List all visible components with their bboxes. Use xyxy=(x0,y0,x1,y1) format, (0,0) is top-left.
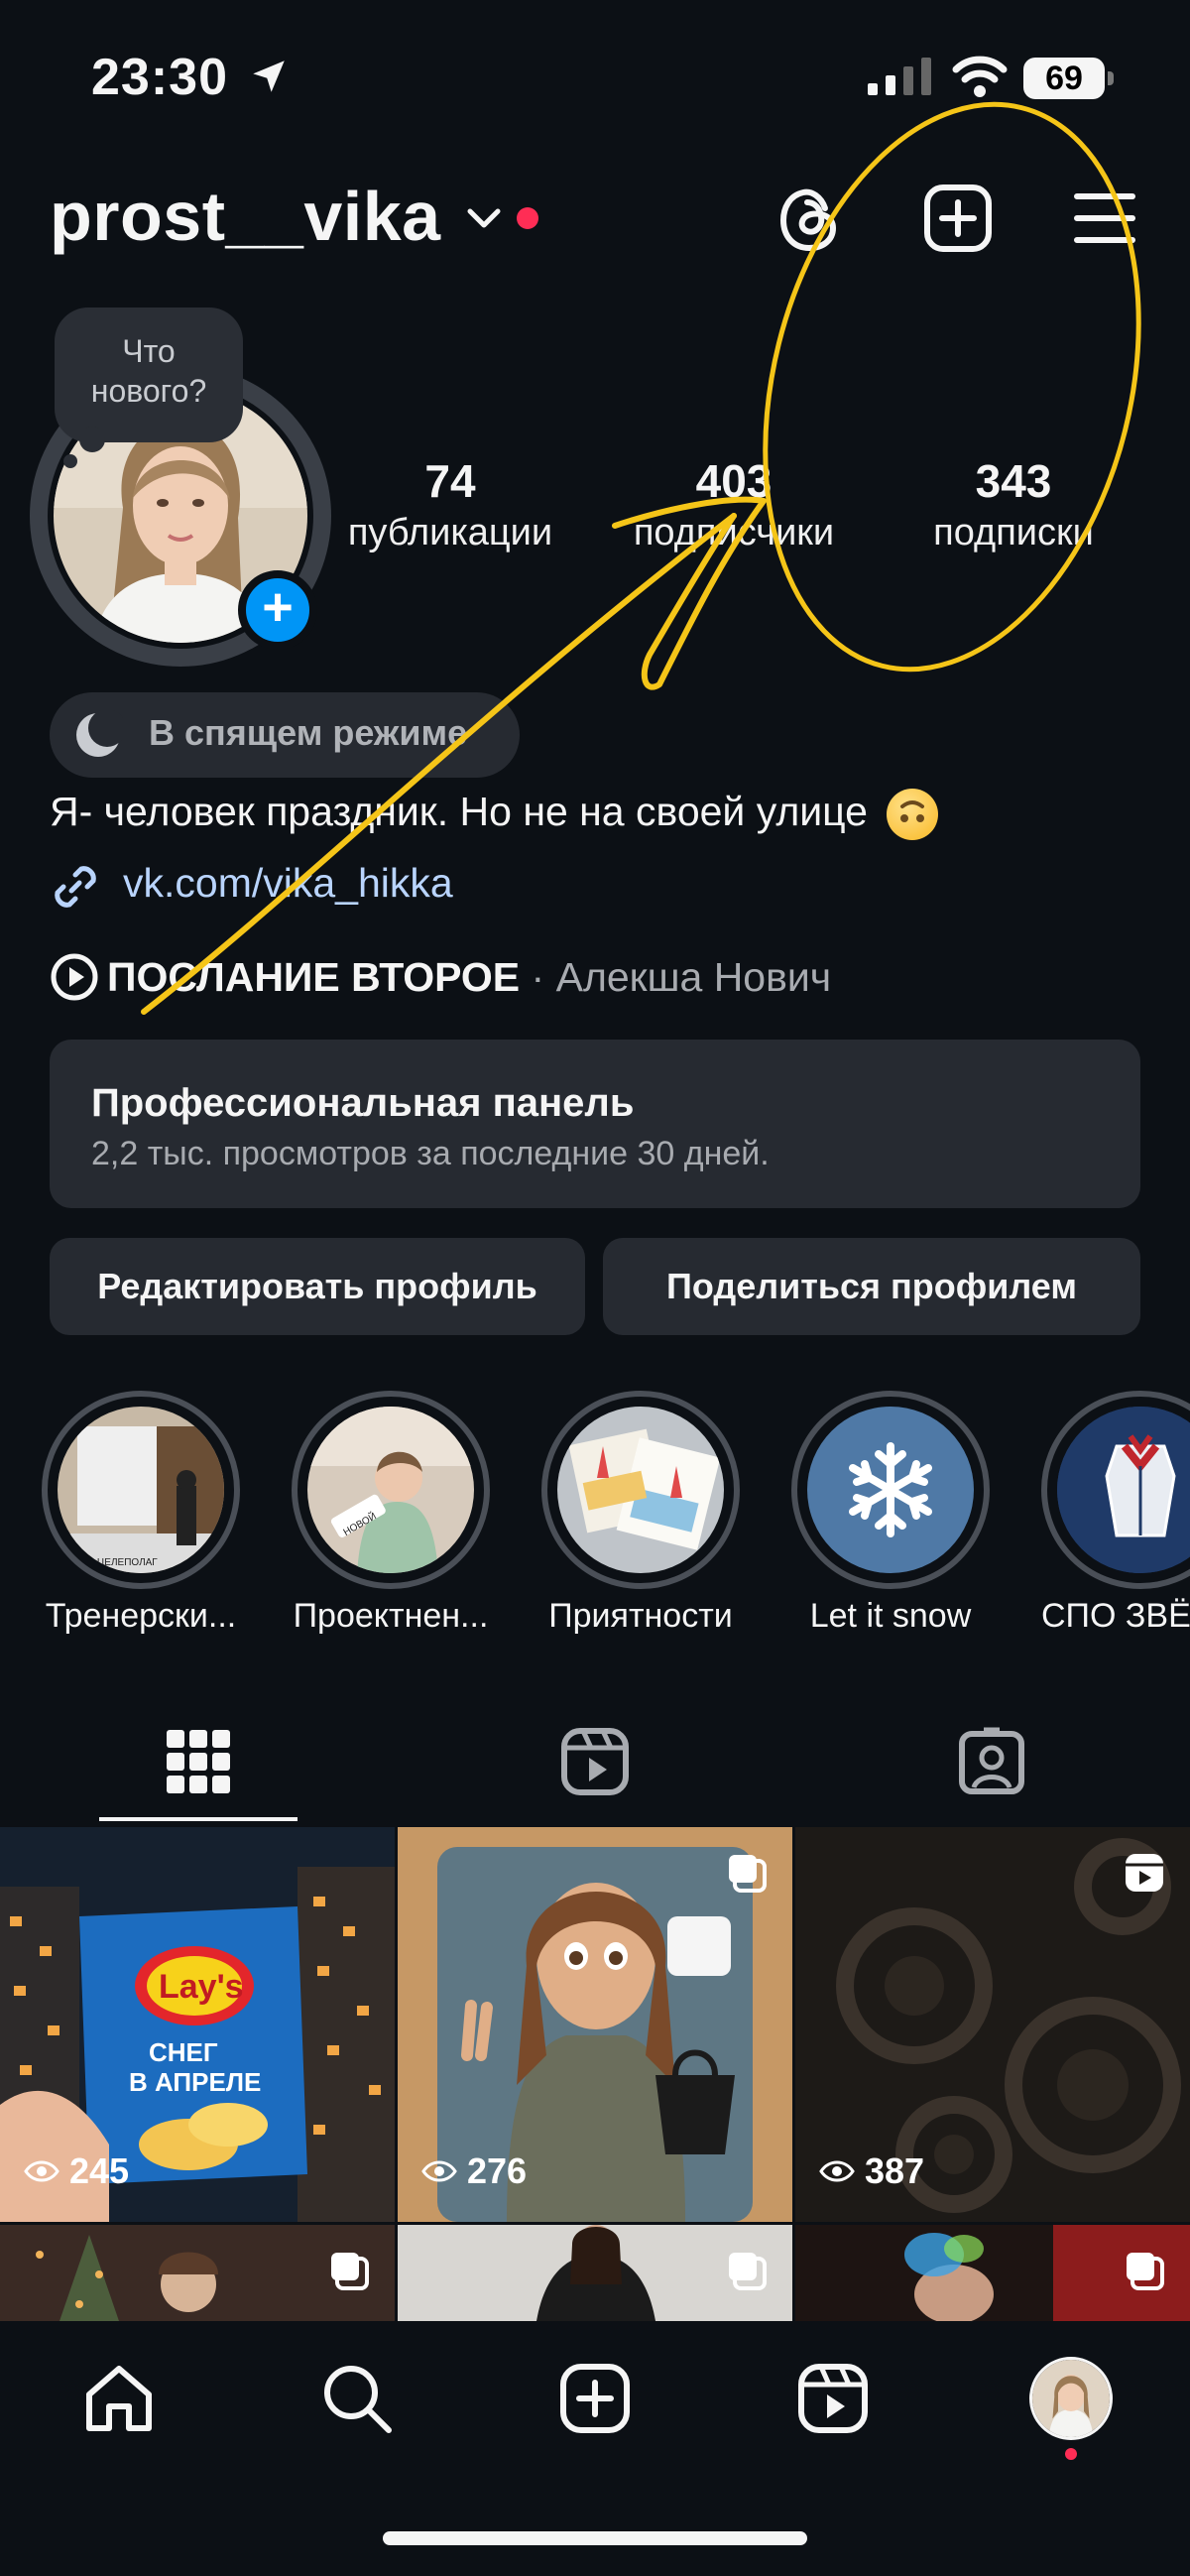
highlight-label: СПО ЗВЁ xyxy=(1041,1597,1190,1635)
home-indicator xyxy=(383,2531,807,2545)
carousel-icon xyxy=(1127,2253,1164,2290)
carousel-icon xyxy=(729,2253,767,2290)
share-profile-button[interactable]: Поделиться профилем xyxy=(603,1238,1140,1335)
professional-dashboard[interactable]: Профессиональная панель 2,2 тыс. просмот… xyxy=(50,1040,1140,1208)
threads-icon[interactable] xyxy=(775,183,843,256)
reels-tab-icon[interactable] xyxy=(559,1726,631,1797)
play-circle-icon[interactable] xyxy=(50,952,99,1002)
music-title: ПОСЛАНИЕ ВТОРОЕ xyxy=(107,954,521,1000)
stat-followers-label: подписчики xyxy=(633,512,835,553)
snowflake-icon xyxy=(849,1442,932,1537)
post-tile[interactable] xyxy=(0,2225,395,2321)
note-bubble[interactable]: Что нового? xyxy=(55,307,243,442)
highlight-label: Let it snow xyxy=(809,1597,972,1635)
profile-username[interactable]: prost__vika xyxy=(50,177,441,256)
status-pill-label: В спящем режиме xyxy=(149,712,468,753)
search-icon[interactable] xyxy=(319,2361,395,2436)
highlight-cover xyxy=(1057,1407,1190,1573)
wifi-icon xyxy=(952,56,1008,97)
profile-link[interactable]: vk.com/vika_hikka xyxy=(123,860,453,907)
post-tile[interactable]: 276 xyxy=(398,1827,792,2222)
pack-text-line2: В АПРЕЛЕ xyxy=(129,2067,261,2097)
stat-following[interactable]: 343 подписки xyxy=(894,454,1132,554)
highlight-item[interactable]: СПО ЗВЁ xyxy=(1041,1391,1190,1635)
stat-following-value: 343 xyxy=(975,455,1052,507)
carousel-icon xyxy=(331,2253,369,2290)
highlight-item[interactable]: БУРЯ. ЦЕЛЕПОЛАГ Тренерски... xyxy=(42,1391,240,1635)
post-tile[interactable]: 387 xyxy=(795,1827,1190,2222)
highlight-label: Приятности xyxy=(548,1597,733,1635)
bio-text: Я- человек праздник. Но не на своей улиц… xyxy=(50,789,868,834)
highlight-item[interactable]: НОВОЙ Проектнен... xyxy=(292,1391,490,1635)
music-artist: Алекша Нович xyxy=(555,954,832,1000)
note-text-line1: Что xyxy=(122,333,176,369)
menu-icon[interactable] xyxy=(1073,190,1136,246)
new-post-icon[interactable] xyxy=(922,183,994,254)
stat-posts-value: 74 xyxy=(424,455,476,507)
post-views-count: 387 xyxy=(865,2150,925,2191)
battery-level: 69 xyxy=(1023,58,1105,99)
location-arrow-icon xyxy=(253,61,285,92)
stat-posts[interactable]: 74 публикации xyxy=(331,454,569,554)
highlight-item[interactable]: Приятности xyxy=(541,1391,740,1635)
active-tab-indicator xyxy=(99,1817,298,1821)
profile-music[interactable]: ПОСЛАНИЕ ВТОРОЕ · Алекша Нович xyxy=(107,954,831,1001)
pro-panel-subtitle: 2,2 тыс. просмотров за последние 30 дней… xyxy=(91,1135,770,1172)
highlight-item[interactable]: Let it snow xyxy=(791,1391,990,1635)
note-text-line2: нового? xyxy=(90,373,207,409)
carousel-icon xyxy=(729,1855,767,1893)
home-icon[interactable] xyxy=(81,2361,157,2436)
link-icon xyxy=(55,866,96,908)
music-separator: · xyxy=(520,954,556,1000)
cellular-signal-icon xyxy=(868,58,931,95)
create-icon[interactable] xyxy=(557,2361,633,2436)
highlight-label: Тренерски... xyxy=(45,1597,237,1635)
notification-dot xyxy=(517,207,538,229)
chevron-down-icon[interactable] xyxy=(466,203,502,233)
stat-following-label: подписки xyxy=(933,512,1094,553)
post-tile[interactable] xyxy=(398,2225,792,2321)
bio: Я- человек праздник. Но не на своей улиц… xyxy=(50,789,939,841)
post-views: 276 xyxy=(421,2150,527,2192)
post-views-count: 276 xyxy=(467,2150,528,2191)
moon-icon xyxy=(76,710,123,757)
pack-brand-text: Lay's xyxy=(159,1968,244,2006)
upside-down-face-emoji-icon xyxy=(887,789,939,841)
add-story-button[interactable]: + xyxy=(238,570,317,650)
reel-icon xyxy=(1126,1854,1163,1892)
highlight-cover xyxy=(557,1407,724,1573)
eye-icon xyxy=(24,2160,60,2182)
post-views: 245 xyxy=(24,2150,129,2192)
highlight-cover: БУРЯ. ЦЕЛЕПОЛАГ xyxy=(58,1407,224,1573)
battery-indicator: 69 xyxy=(1023,58,1115,99)
status-pill[interactable]: В спящем режиме xyxy=(50,692,520,778)
post-views: 387 xyxy=(819,2150,924,2192)
status-time: 23:30 xyxy=(91,49,228,106)
eye-icon xyxy=(819,2160,855,2182)
highlight-label: Проектнен... xyxy=(293,1597,489,1635)
post-views-count: 245 xyxy=(69,2150,130,2191)
post-tile[interactable] xyxy=(795,2225,1190,2321)
stat-followers[interactable]: 403 подписчики xyxy=(615,454,853,554)
edit-profile-button[interactable]: Редактировать профиль xyxy=(50,1238,585,1335)
stat-posts-label: публикации xyxy=(347,512,553,553)
profile-tab-avatar[interactable] xyxy=(1029,2357,1113,2440)
reels-icon[interactable] xyxy=(795,2361,871,2436)
pro-panel-title: Профессиональная панель xyxy=(91,1081,635,1125)
eye-icon xyxy=(421,2160,457,2182)
highlight-cover: НОВОЙ xyxy=(307,1407,474,1573)
highlight-banner-text: БУРЯ. ЦЕЛЕПОЛАГ xyxy=(65,1557,158,1568)
notification-dot xyxy=(1065,2448,1077,2460)
tagged-tab-icon[interactable] xyxy=(956,1726,1027,1797)
grid-tab-icon[interactable] xyxy=(163,1726,234,1797)
pack-text-line1: СНЕГ xyxy=(149,2037,218,2067)
post-tile[interactable]: Lay's СНЕГ В АПРЕЛЕ 245 xyxy=(0,1827,395,2222)
stat-followers-value: 403 xyxy=(695,455,773,507)
